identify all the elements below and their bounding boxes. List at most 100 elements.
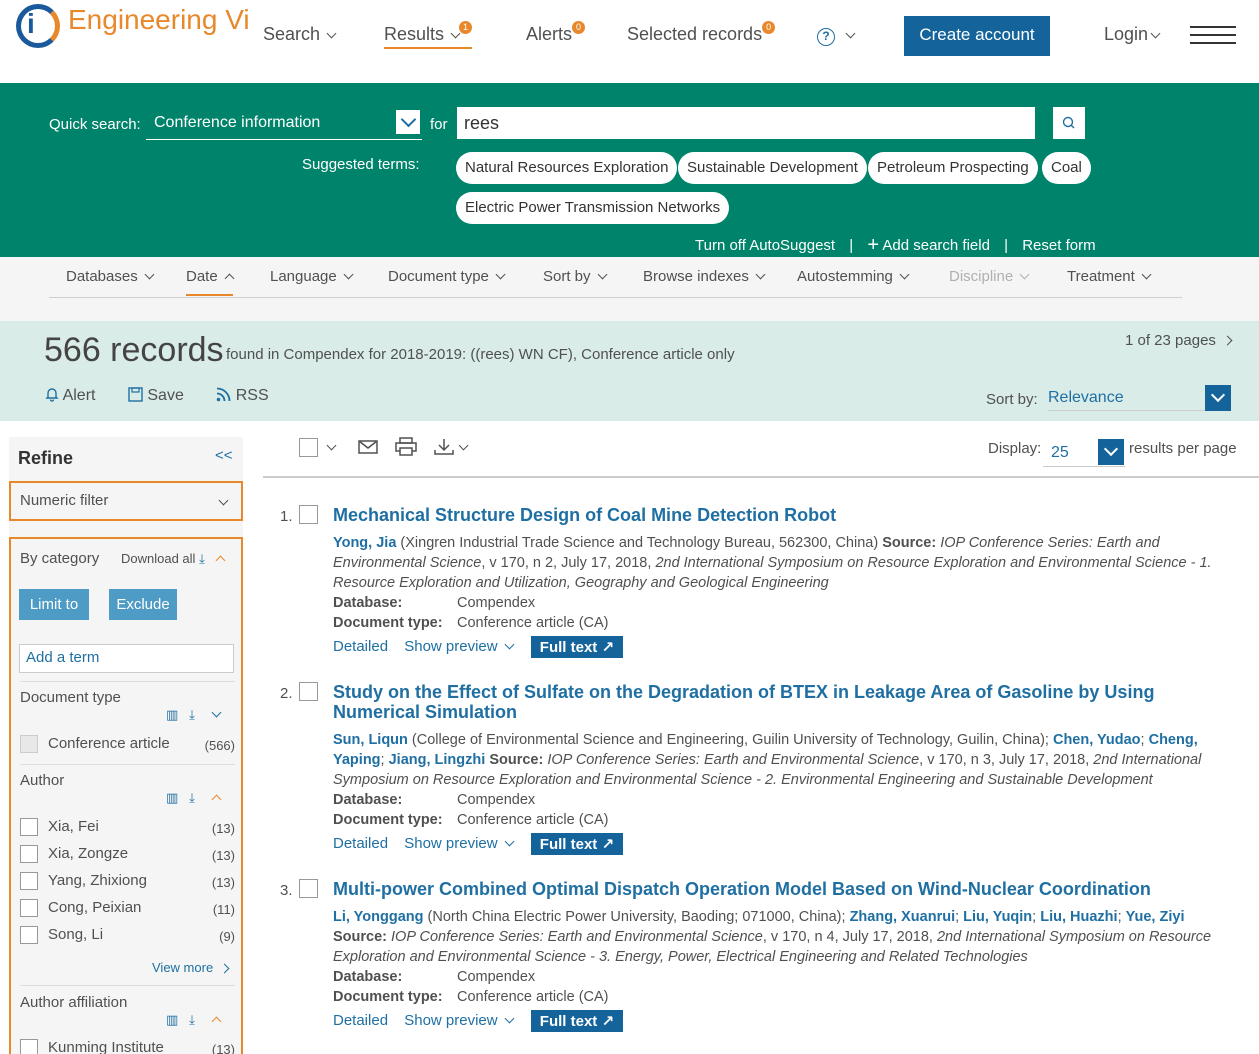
checkbox[interactable] (20, 1039, 38, 1054)
search-button[interactable] (1053, 107, 1085, 139)
quick-search-panel: Quick search: Conference information for… (0, 83, 1259, 257)
facet-item[interactable]: Xia, Fei (13) (20, 818, 235, 837)
result-database: Database: Compendex (333, 792, 536, 808)
full-text-button[interactable]: Full text ↗ (530, 1010, 624, 1032)
print-icon[interactable] (395, 437, 417, 457)
pagination[interactable]: 1 of 23 pages (1125, 332, 1233, 349)
rss-action[interactable]: RSS (216, 387, 282, 404)
result-title-link[interactable]: Study on the Effect of Sulfate on the De… (333, 682, 1213, 722)
login-menu[interactable]: Login (1104, 24, 1161, 45)
view-more-link[interactable]: View more (152, 960, 230, 975)
suggested-term[interactable]: Sustainable Development (678, 152, 867, 184)
logo-icon[interactable] (16, 4, 60, 48)
facet-item[interactable]: Conference article (566) (20, 735, 235, 754)
create-account-button[interactable]: Create account (904, 16, 1050, 56)
suggested-term[interactable]: Petroleum Prospecting (868, 152, 1038, 184)
show-preview-link[interactable]: Show preview (404, 835, 515, 852)
result-number: 3. (280, 882, 293, 899)
nav-results[interactable]: Results 1 (384, 21, 473, 49)
checkbox[interactable] (20, 845, 38, 864)
nav-selected-records[interactable]: Selected records 0 (627, 21, 776, 45)
chevron-down-icon[interactable] (326, 440, 337, 451)
detailed-link[interactable]: Detailed (333, 835, 388, 852)
result-actions: Alert Save RSS (45, 386, 297, 405)
show-preview-link[interactable]: Show preview (404, 638, 515, 655)
chart-icon[interactable]: ▥ (166, 790, 178, 805)
facet-item[interactable]: Yang, Zhixiong (13) (20, 872, 235, 891)
search-field-select[interactable]: Conference information (146, 108, 422, 140)
author-title: Author (20, 772, 65, 789)
download-icon: ⤓ (199, 551, 205, 566)
add-search-field-link[interactable]: Add search field (882, 237, 990, 254)
download-all-link[interactable]: Download all ⤓ (121, 551, 226, 567)
checkbox[interactable] (20, 926, 38, 945)
nav-search[interactable]: Search (263, 24, 337, 45)
search-input[interactable] (457, 107, 1035, 139)
filter-browse-indexes[interactable]: Browse indexes (643, 268, 766, 285)
show-preview-link[interactable]: Show preview (404, 1012, 515, 1029)
chart-icon[interactable]: ▥ (166, 707, 178, 722)
chevron-up-icon[interactable] (215, 555, 226, 566)
chevron-up-icon[interactable] (211, 1016, 222, 1027)
alert-action[interactable]: Alert (45, 387, 109, 404)
chevron-down-icon[interactable] (211, 707, 222, 718)
detailed-link[interactable]: Detailed (333, 638, 388, 655)
for-label: for (430, 116, 448, 133)
suggested-term[interactable]: Natural Resources Exploration (456, 152, 678, 184)
select-all-checkbox[interactable] (299, 437, 318, 457)
download-icon[interactable]: ⤓ (189, 707, 195, 722)
full-text-button[interactable]: Full text ↗ (530, 636, 624, 658)
chevron-up-icon[interactable] (211, 794, 222, 805)
checkbox[interactable] (20, 899, 38, 918)
facet-item[interactable]: Xia, Zongze (13) (20, 845, 235, 864)
filter-autostemming[interactable]: Autostemming (797, 268, 910, 285)
add-term-input[interactable]: Add a term (19, 644, 234, 673)
download-icon[interactable]: ⤓ (189, 790, 195, 805)
filter-treatment[interactable]: Treatment (1067, 268, 1152, 285)
full-text-button[interactable]: Full text ↗ (530, 833, 624, 855)
result-checkbox[interactable] (299, 505, 318, 524)
checkbox[interactable] (20, 735, 38, 754)
hamburger-menu-icon[interactable] (1190, 26, 1236, 50)
collapse-refine-button[interactable]: << (215, 447, 233, 464)
limit-to-button[interactable]: Limit to (19, 589, 89, 620)
chevron-down-icon (899, 269, 910, 280)
download-icon[interactable]: ⤓ (189, 1012, 195, 1027)
numeric-filter[interactable]: Numeric filter (9, 481, 243, 521)
sort-by-select[interactable]: Relevance (1048, 389, 1206, 411)
nav-alerts[interactable]: Alerts 0 (526, 21, 586, 45)
reset-form-link[interactable]: Reset form (1022, 237, 1095, 254)
checkbox[interactable] (20, 872, 38, 891)
result-title-link[interactable]: Mechanical Structure Design of Coal Mine… (333, 505, 1213, 525)
checkbox[interactable] (20, 818, 38, 837)
suggested-term[interactable]: Coal (1042, 152, 1091, 184)
email-icon[interactable] (358, 439, 378, 455)
exclude-button[interactable]: Exclude (109, 589, 177, 620)
chevron-down-icon[interactable] (1098, 439, 1124, 465)
result-actions: Detailed Show preview Full text ↗ (333, 1009, 624, 1032)
chevron-down-icon[interactable] (396, 110, 420, 134)
facet-item[interactable]: Song, Li (9) (20, 926, 235, 945)
suggested-term[interactable]: Electric Power Transmission Networks (456, 192, 730, 224)
result-checkbox[interactable] (299, 879, 318, 898)
chevron-down-icon[interactable] (1205, 385, 1231, 411)
chevron-down-icon (755, 269, 766, 280)
help-menu[interactable]: ? (817, 24, 856, 46)
result-title-link[interactable]: Multi-power Combined Optimal Dispatch Op… (333, 879, 1213, 899)
download-icon[interactable] (434, 438, 454, 456)
detailed-link[interactable]: Detailed (333, 1012, 388, 1029)
facet-item[interactable]: Cong, Peixian (11) (20, 899, 235, 918)
facet-item[interactable]: Kunming Institute (13) (20, 1039, 235, 1054)
save-action[interactable]: Save (128, 387, 198, 404)
result-checkbox[interactable] (299, 682, 318, 701)
filter-date[interactable]: Date (186, 268, 235, 296)
brand-name[interactable]: Engineering Vi (68, 4, 248, 36)
filter-document-type[interactable]: Document type (388, 268, 506, 285)
filter-databases[interactable]: Databases (66, 268, 155, 285)
chart-icon[interactable]: ▥ (166, 1012, 178, 1027)
filter-language[interactable]: Language (270, 268, 354, 285)
filter-sort-by[interactable]: Sort by (543, 268, 607, 285)
chevron-right-icon[interactable] (1222, 335, 1233, 346)
chevron-down-icon[interactable] (458, 440, 469, 451)
turn-off-autosuggest-link[interactable]: Turn off AutoSuggest (695, 237, 835, 254)
